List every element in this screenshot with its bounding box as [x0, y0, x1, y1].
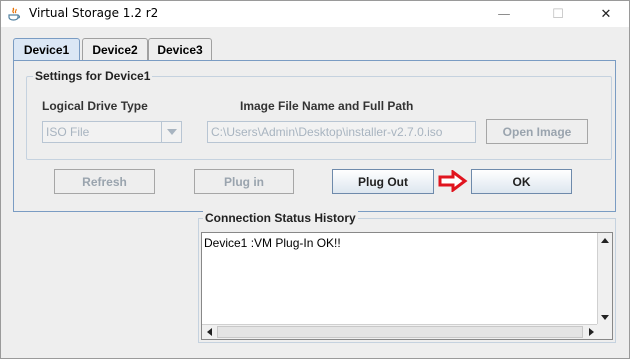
virtual-storage-window: Virtual Storage 1.2 r2 — ☐ ✕ Device1 Dev… [0, 0, 630, 359]
drive-type-label: Logical Drive Type [42, 99, 148, 113]
horizontal-scroll-thumb[interactable] [217, 326, 583, 338]
maximize-button[interactable]: ☐ [535, 1, 581, 27]
scrollbar-corner [597, 324, 612, 339]
device1-tab-panel: Settings for Device1 Logical Drive Type … [13, 60, 616, 212]
drive-type-value: ISO File [46, 125, 90, 139]
window-title: Virtual Storage 1.2 r2 [29, 6, 159, 20]
minimize-icon: — [497, 6, 511, 22]
plug-out-button[interactable]: Plug Out [332, 169, 434, 194]
title-bar: Virtual Storage 1.2 r2 — ☐ ✕ [1, 1, 629, 27]
close-icon: ✕ [600, 6, 612, 22]
image-path-label: Image File Name and Full Path [240, 99, 414, 113]
open-image-button[interactable]: Open Image [486, 119, 588, 144]
scroll-down-icon[interactable] [598, 310, 612, 324]
plug-in-button[interactable]: Plug in [194, 169, 294, 194]
tab-device3[interactable]: Device3 [148, 38, 212, 60]
image-path-value: C:\Users\Admin\Desktop\installer-v2.7.0.… [211, 125, 443, 139]
tab-device2[interactable]: Device2 [82, 38, 148, 60]
status-log-text: Device1 :VM Plug-In OK!! [204, 236, 341, 250]
drive-type-select[interactable]: ISO File [42, 121, 182, 143]
tab-device1[interactable]: Device1 [13, 38, 80, 61]
settings-group-title: Settings for Device1 [33, 69, 153, 83]
refresh-button[interactable]: Refresh [54, 169, 155, 194]
close-button[interactable]: ✕ [583, 1, 629, 27]
settings-group: Settings for Device1 Logical Drive Type … [26, 69, 612, 160]
red-arrow-icon [438, 169, 468, 193]
scroll-up-icon[interactable] [598, 233, 612, 247]
scroll-right-icon[interactable] [584, 325, 598, 339]
scroll-left-icon[interactable] [202, 325, 216, 339]
chevron-down-icon[interactable] [161, 122, 181, 142]
java-app-icon [6, 6, 22, 22]
maximize-icon: ☐ [552, 6, 564, 22]
vertical-scrollbar[interactable] [597, 233, 612, 324]
connection-status-group: Connection Status History Device1 :VM Pl… [198, 211, 616, 343]
horizontal-scrollbar[interactable] [202, 324, 598, 339]
ok-button[interactable]: OK [471, 169, 572, 194]
connection-status-title: Connection Status History [203, 211, 358, 225]
image-path-field[interactable]: C:\Users\Admin\Desktop\installer-v2.7.0.… [207, 121, 476, 143]
minimize-button[interactable]: — [481, 1, 527, 27]
status-log-area[interactable]: Device1 :VM Plug-In OK!! [201, 232, 613, 340]
